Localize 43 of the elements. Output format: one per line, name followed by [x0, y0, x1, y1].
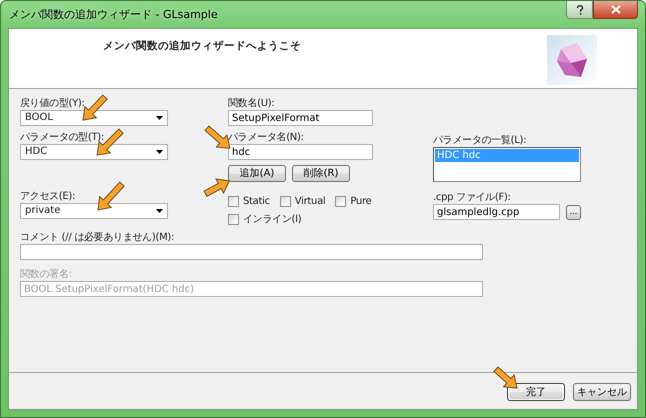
parameter-button[interactable]: 削除(R): [292, 165, 350, 182]
checkbox-label: インライン(I): [243, 213, 302, 227]
help-icon: [576, 4, 584, 14]
comment-field[interactable]: [20, 244, 483, 260]
name-field[interactable]: hdc: [228, 144, 373, 160]
type-dropdown[interactable]: HDC: [20, 144, 168, 160]
field-label: 関数名(U):: [228, 97, 274, 110]
field-label: パラメータ名(N):: [228, 131, 304, 144]
field-label: パラメータの一覧(L):: [433, 134, 526, 147]
name-field[interactable]: SetupPixelFormat: [228, 110, 373, 126]
pointer-arrow: [97, 180, 126, 212]
caret-icon: [156, 150, 163, 154]
checkbox-label: Pure: [350, 195, 372, 209]
window-title: メンバ関数の追加ウィザード - GLsample: [9, 7, 218, 23]
wizard-heading: メンバ関数の追加ウィザードへようこそ: [103, 39, 301, 54]
checkbox[interactable]: [228, 214, 239, 225]
field-label: 戻り値の型(Y):: [20, 97, 85, 110]
dialog-button[interactable]: 完了: [507, 383, 565, 401]
parameter-button[interactable]: 追加(A): [228, 165, 286, 182]
browse-button[interactable]: ...: [566, 204, 581, 220]
caret-icon: [156, 209, 163, 213]
help-button[interactable]: [566, 1, 593, 19]
pointer-arrow: [202, 178, 231, 198]
field-label: 関数の署名:: [20, 268, 73, 281]
field-label: コメント (// は必要ありません)(M):: [20, 231, 176, 244]
pointer-arrow: [492, 366, 519, 390]
checkbox-label: Virtual: [294, 195, 326, 209]
checkbox[interactable]: [228, 196, 239, 207]
field-label: .cpp ファイル(F):: [433, 191, 511, 204]
file-field[interactable]: glsampledlg.cpp: [433, 204, 560, 220]
close-icon: [610, 5, 620, 14]
close-button[interactable]: [593, 1, 638, 19]
field-label: アクセス(E):: [20, 190, 76, 203]
gem-icon: [547, 35, 597, 85]
access-dropdown[interactable]: private: [20, 203, 168, 219]
checkbox-label: Static: [243, 195, 270, 209]
checkbox[interactable]: [335, 196, 346, 207]
pointer-arrow: [82, 94, 109, 122]
checkbox[interactable]: [280, 196, 291, 207]
dialog-button[interactable]: キャンセル: [573, 383, 631, 401]
field-label: パラメータの型(T):: [20, 131, 104, 144]
type-dropdown[interactable]: BOOL: [20, 110, 168, 126]
caret-icon: [156, 116, 163, 120]
